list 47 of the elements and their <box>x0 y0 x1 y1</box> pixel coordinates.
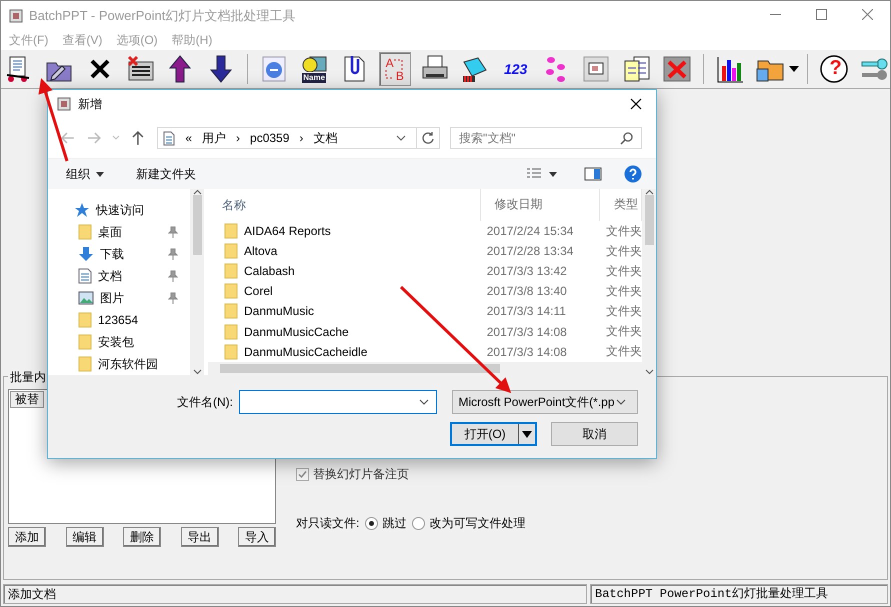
icon-label: ? <box>830 57 842 80</box>
file-date: 2017/3/3 14:08 <box>486 344 568 359</box>
file-date: 2017/3/3 14:08 <box>486 324 568 339</box>
nav-item-label: 桌面 <box>98 224 123 240</box>
nav-item-label: 快速访问 <box>96 202 145 218</box>
nav-item-label: 河东软件园 <box>98 356 159 372</box>
breadcrumb-separator: pc0359 <box>250 131 290 145</box>
file-name: Altova <box>244 244 278 258</box>
checkbox-label: 替换幻灯片备注页 <box>313 466 409 483</box>
file-name: Calabash <box>244 264 295 278</box>
nav-item-label: 下载 <box>100 246 125 262</box>
file-date: 2017/2/28 13:34 <box>486 244 574 258</box>
file-type: 文件夹 <box>605 282 642 300</box>
icon-letter: A <box>386 56 394 70</box>
window-title: BatchPPT - PowerPoint幻灯片文档批处理工具 <box>29 6 296 24</box>
group-label: 批量内 <box>8 369 48 386</box>
readonly-label: 对只读文件: <box>296 515 360 532</box>
nav-item-label: 123654 <box>98 313 140 327</box>
icon-letter: B <box>396 69 404 83</box>
file-type: 文件夹 <box>605 262 642 280</box>
file-name: DanmuMusic <box>244 304 314 318</box>
icon-label: Name <box>302 72 326 82</box>
file-type: 文件夹 <box>605 242 642 260</box>
file-name: AIDA64 Reports <box>244 224 331 238</box>
file-type: 文件夹 <box>605 222 642 240</box>
file-name: DanmuMusicCacheidle <box>244 344 368 359</box>
radio-label: 改为可写文件处理 <box>429 515 526 532</box>
file-type: 文件夹 <box>605 323 642 340</box>
filename-label: 文件名(N): <box>177 394 233 410</box>
file-type: 文件夹 <box>605 302 642 320</box>
file-type: 文件夹 <box>605 343 642 360</box>
status-text: BatchPPT PowerPoint幻灯批量处理工具 <box>590 584 888 604</box>
file-name: DanmuMusicCache <box>244 324 349 339</box>
radio-label: 跳过 <box>382 515 406 532</box>
breadcrumb-separator: 用户 <box>202 130 226 146</box>
dialog-title: 新增 <box>78 96 103 112</box>
file-date: 2017/3/3 14:11 <box>486 304 567 318</box>
numbers-label: 123 <box>504 61 528 77</box>
nav-item-label: 安装包 <box>98 334 135 350</box>
nav-item-label: 图片 <box>100 290 125 306</box>
file-date: 2017/2/24 15:34 <box>486 224 574 238</box>
nav-item-label: 文档 <box>98 268 123 284</box>
breadcrumb-separator: 文档 <box>313 130 338 146</box>
file-name: Corel <box>244 284 273 298</box>
status-text: 添加文档 <box>3 584 587 604</box>
file-date: 2017/3/8 13:40 <box>486 284 568 298</box>
file-date: 2017/3/3 13:42 <box>486 264 568 278</box>
